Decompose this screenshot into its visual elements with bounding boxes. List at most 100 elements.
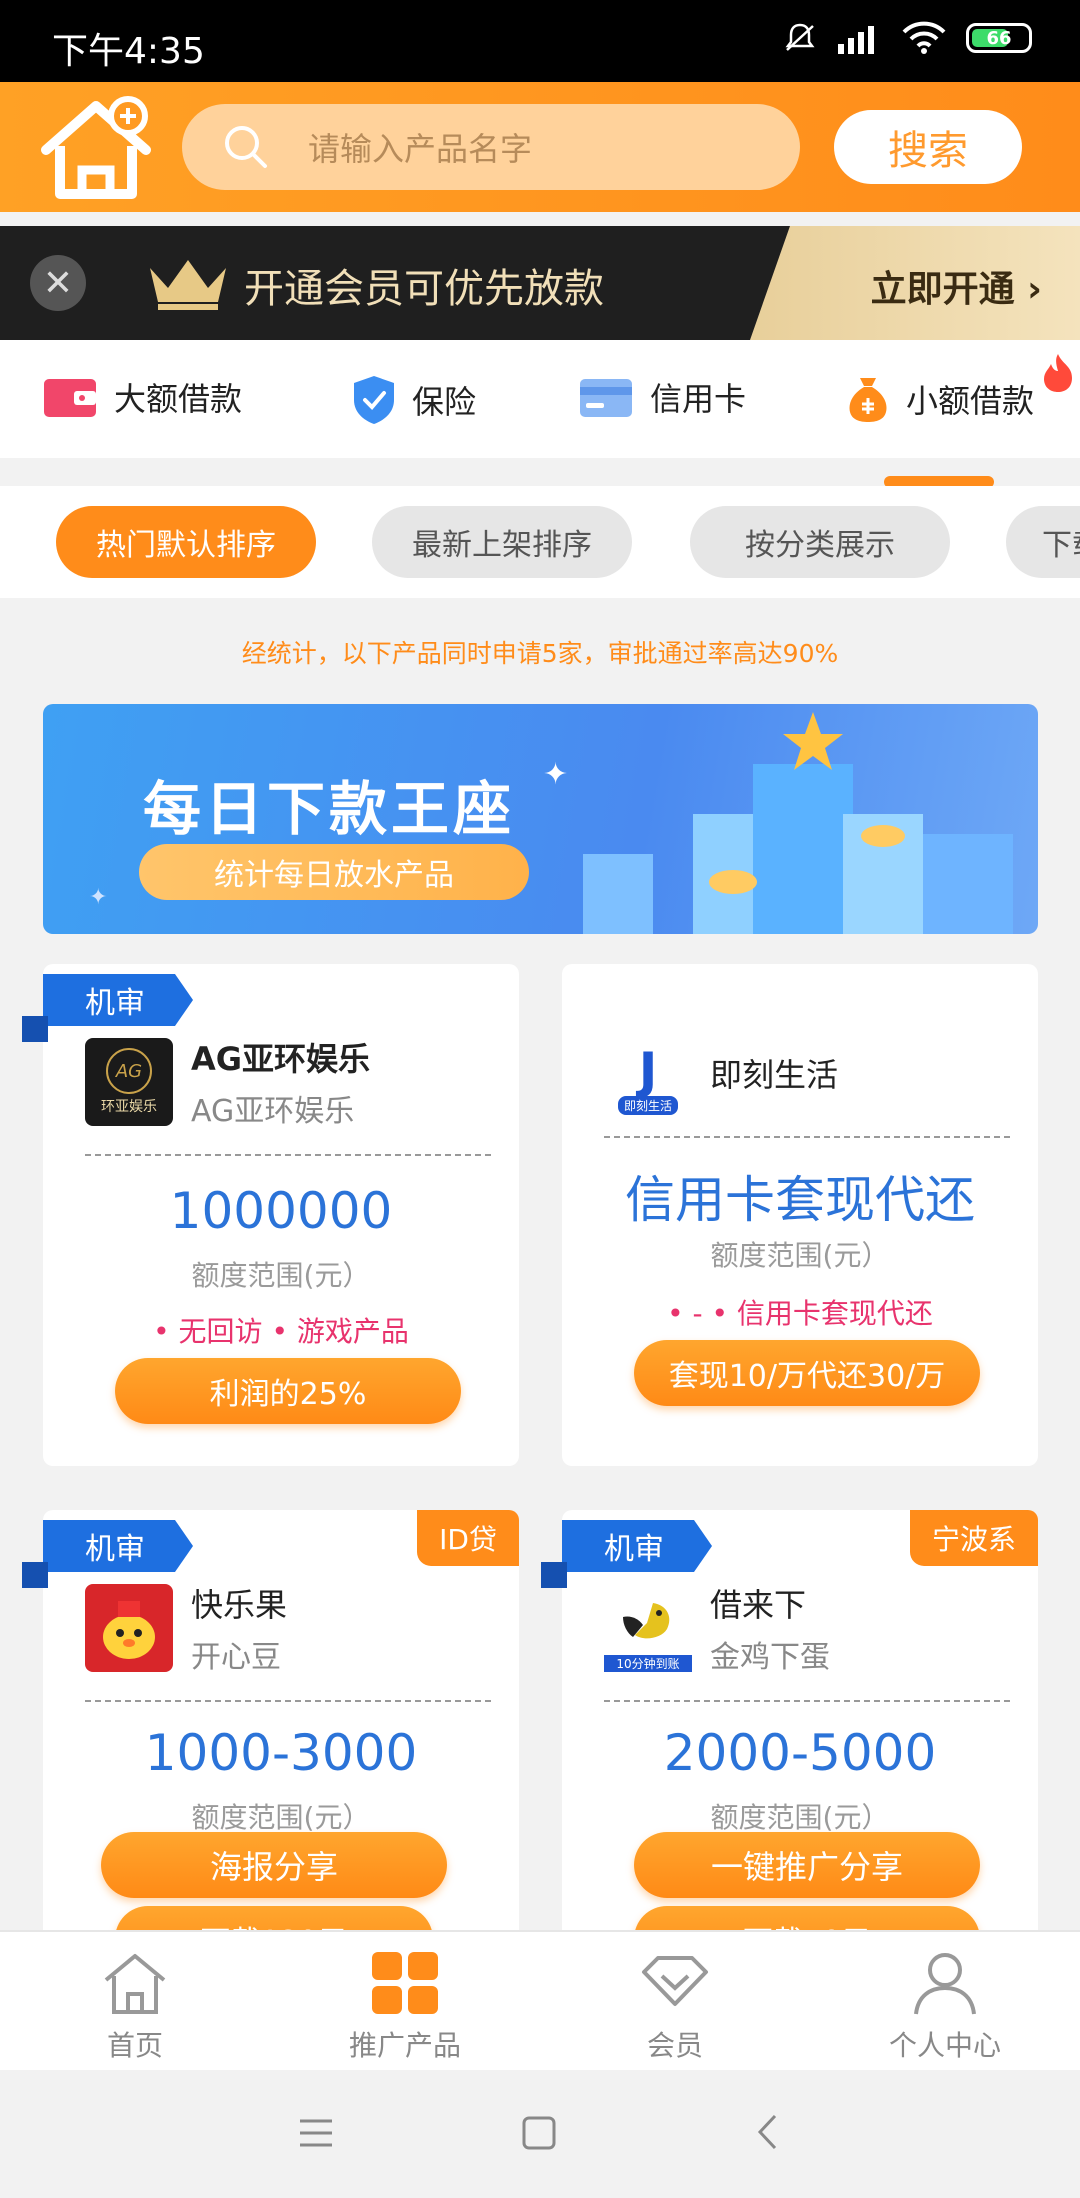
person-icon [914,1953,976,2015]
loan-amount: 1000000 [169,1182,393,1240]
crown-icon [150,260,226,310]
search-button[interactable]: 搜索 [834,110,1022,184]
app-logo [85,1584,173,1672]
app-logo: AG 环亚娱乐 [85,1038,173,1126]
menu-icon[interactable] [298,2118,334,2148]
logo-text: 环亚娱乐 [101,1099,157,1115]
range-label: 额度范围(元） [710,1801,890,1834]
one-click-share-button[interactable]: 一键推广分享 [634,1832,980,1898]
sort-tabs: 热门默认排序 最新上架排序 按分类展示 下载 [0,486,1080,598]
divider [604,1700,1010,1702]
tab-credit-card[interactable]: 信用卡 [578,374,746,420]
yellow-chick-icon [103,1601,155,1659]
ag-logo-icon: AG [106,1048,152,1094]
golden-chicken-icon [623,1603,670,1639]
nav-home[interactable]: 首页 [0,1950,270,2064]
product-features: • - • 信用卡套现代还 [667,1297,933,1330]
search-placeholder: 请输入产品名字 [308,130,533,168]
range-label: 额度范围(元） [191,1801,371,1834]
home-logo-icon[interactable] [36,94,156,204]
tab-large-loan[interactable]: 大额借款 [42,374,242,420]
app-header: 请输入产品名字 搜索 [0,82,1080,212]
ribbon-fold [22,1016,48,1042]
logo-text: 即刻生活 [617,1095,678,1115]
search-icon [225,126,267,168]
divider [85,1154,491,1156]
nav-label: 个人中心 [888,2029,1001,2062]
tab-label: 小额借款 [906,382,1035,420]
tab-small-loan[interactable]: 小额借款 [846,374,1035,488]
category-tabs: 大额借款 保险 信用卡 小额借款 [0,340,1080,488]
cashout-button[interactable]: 套现10/万代还30/万 [634,1340,980,1406]
close-icon[interactable]: ✕ [30,255,86,311]
hot-flame-icon [1044,354,1072,392]
profit-button[interactable]: 利润的25% [115,1358,461,1424]
status-time: 下午4:35 [52,31,205,72]
product-sub: AG亚环娱乐 [191,1094,355,1129]
review-ribbon: 机审 [43,974,193,1026]
shield-icon [354,376,394,424]
product-card[interactable]: J 即刻生活 即刻生活 信用卡套现代还 额度范围(元） • - • 信用卡套现代… [562,964,1038,1466]
nav-products[interactable]: 推广产品 [270,1950,540,2064]
battery-icon: 66 [966,23,1032,53]
loan-amount: 1000-3000 [144,1724,418,1782]
loan-amount: 信用卡套现代还 [625,1171,975,1229]
nav-label: 首页 [106,2029,163,2062]
poster-share-button[interactable]: 海报分享 [101,1832,447,1898]
j-logo-icon: J [638,1041,658,1100]
battery-level: 66 [986,27,1012,49]
tab-label: 信用卡 [650,380,747,418]
review-ribbon: 机审 [43,1520,193,1572]
status-icons: 66 [782,20,1032,56]
sort-downloads[interactable]: 下载 [1006,506,1080,578]
nav-label: 推广产品 [348,2029,461,2062]
app-logo: 10分钟到账 [604,1584,692,1672]
app-logo: J 即刻生活 [604,1036,692,1124]
system-nav-bar [0,2070,1080,2198]
logo-text: 10分钟到账 [604,1655,692,1672]
tab-label: 大额借款 [114,380,243,418]
product-features: • 无回访 • 游戏产品 [153,1315,409,1348]
vip-banner[interactable]: ✕ 开通会员可优先放款 立即开通 › [0,226,1080,340]
product-sub: 金鸡下蛋 [710,1640,830,1675]
search-input[interactable]: 请输入产品名字 [182,104,800,190]
product-name: AG亚环娱乐 [191,1040,371,1078]
wallet-icon [44,379,96,417]
nav-profile[interactable]: 个人中心 [810,1950,1080,2064]
home-square-icon[interactable] [522,2116,556,2150]
sort-hot-default[interactable]: 热门默认排序 [56,506,316,578]
tab-label: 保险 [412,383,477,421]
product-name: 快乐果 [191,1586,288,1624]
product-tag: 宁波系 [909,1510,1038,1566]
product-card[interactable]: 机审 AG 环亚娱乐 AG亚环娱乐 AG亚环娱乐 1000000 额度范围(元）… [43,964,519,1466]
ribbon-fold [22,1562,48,1588]
promo-banner[interactable]: ✦ ✦ 每日下款王座 统计每日放水产品 [43,704,1038,934]
back-icon[interactable] [756,2114,778,2150]
product-sub: 开心豆 [191,1640,281,1675]
product-card[interactable]: 机审 ID贷 快乐果 开心豆 1000-3000 额度范围(元） 海报分享 下载… [43,1510,519,1940]
range-label: 额度范围(元） [191,1259,371,1292]
tab-insurance[interactable]: 保险 [352,374,476,426]
sort-by-category[interactable]: 按分类展示 [690,506,950,578]
promo-subtitle: 统计每日放水产品 [139,844,529,900]
diamond-icon [642,1956,708,2006]
loan-amount: 2000-5000 [663,1724,937,1782]
product-tag: ID贷 [417,1510,519,1566]
svg-text:✦: ✦ [89,885,107,910]
product-card[interactable]: 机审 宁波系 10分钟到账 借来下 金鸡下蛋 2000-5000 额度范围(元）… [562,1510,1038,1940]
credit-card-icon [580,379,632,417]
divider [85,1700,491,1702]
money-bag-icon [849,378,887,422]
svg-text:✦: ✦ [543,757,568,792]
vip-text: 开通会员可优先放款 [244,266,604,312]
status-bar: 下午4:35 66 [0,0,1080,82]
promo-title: 每日下款王座 [143,775,516,843]
bottom-nav: 首页 推广产品 会员 个人中心 [0,1930,1080,2070]
mute-icon [785,23,815,51]
divider [604,1136,1010,1138]
nav-member[interactable]: 会员 [540,1950,810,2064]
vip-open-button[interactable]: 立即开通 › [871,260,1042,312]
wifi-icon [902,21,946,54]
sort-newest[interactable]: 最新上架排序 [372,506,632,578]
product-name: 即刻生活 [710,1056,839,1094]
